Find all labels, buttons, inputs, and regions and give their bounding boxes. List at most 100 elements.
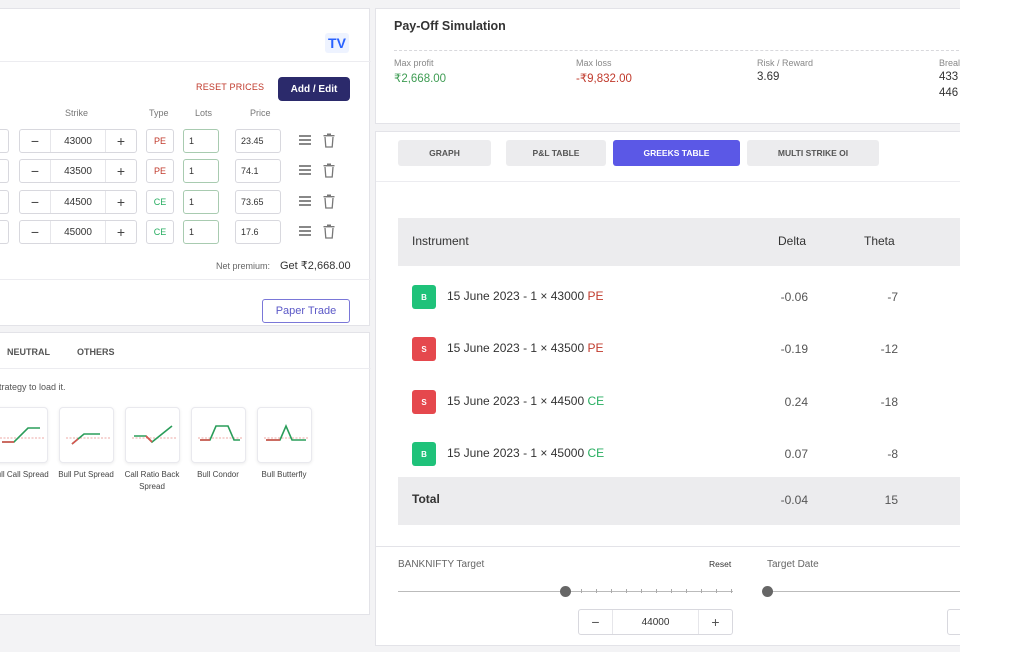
date-slider-knob[interactable] [762,586,773,597]
instrument-type: CE [587,446,605,460]
strategy-card[interactable] [257,407,312,463]
strategy-card[interactable] [191,407,246,463]
table-row[interactable]: B 15 June 2023 - 1 × 43000 PE -0.06 -7 [398,270,960,322]
strike-stepper: −45000 + [19,220,137,244]
tab-multi-strike-oi[interactable]: MULTI STRIKE OI [747,140,879,166]
strike-stepper: −44500 + [19,190,137,214]
leg-expiry-select[interactable] [0,190,9,214]
strategy-hint-text: trategy to load it. [0,382,66,392]
lots-input[interactable]: 1 [183,220,219,244]
price-input[interactable]: 17.6 [235,220,281,244]
strike-increment-button[interactable]: + [106,191,136,213]
strike-decrement-button[interactable]: − [20,191,50,213]
add-edit-button[interactable]: Add / Edit [278,77,350,101]
target-value-input[interactable]: 44000 [612,610,699,634]
instrument-text: 15 June 2023 - 1 × 43500 [447,341,588,355]
column-header-price: Price [250,108,271,118]
call-ratio-back-spread-icon [132,425,176,444]
target-decrement-button[interactable]: − [579,610,612,634]
max-loss-label: Max loss [576,58,612,68]
price-input[interactable]: 74.1 [235,159,281,183]
instrument-cell: 15 June 2023 - 1 × 44500 CE [447,394,604,408]
slider-tick [581,589,582,593]
trash-icon[interactable] [323,224,335,239]
strike-increment-button[interactable]: + [106,221,136,243]
leg-expiry-select[interactable] [0,129,9,153]
drag-handle-icon[interactable] [299,135,311,147]
reset-prices-button[interactable]: RESET PRICES [196,82,264,92]
option-type-toggle[interactable]: CE [146,220,174,244]
paper-trade-button[interactable]: Paper Trade [262,299,350,323]
leg-expiry-select[interactable] [0,159,9,183]
divider [0,61,371,62]
table-row[interactable]: S 15 June 2023 - 1 × 44500 CE 0.24 -18 [398,375,960,427]
tradingview-logo-icon[interactable]: TV [325,33,349,53]
strategy-card[interactable] [0,407,48,463]
lots-input[interactable]: 1 [183,159,219,183]
price-input[interactable]: 73.65 [235,190,281,214]
instrument-cell: 15 June 2023 - 1 × 45000 CE [447,446,604,460]
net-premium-value: Get ₹2,668.00 [280,260,351,272]
target-stepper: − 44000 + [578,609,733,635]
strategy-card-label: Bull Put Spread [58,470,114,479]
instrument-type: CE [587,394,605,408]
table-row[interactable]: B 15 June 2023 - 1 × 45000 CE 0.07 -8 [398,427,960,479]
leg-row: −43000 + PE 1 23.45 [0,129,371,155]
option-type-toggle[interactable]: PE [146,159,174,183]
leg-expiry-select[interactable] [0,220,9,244]
strike-increment-button[interactable]: + [106,160,136,182]
strike-increment-button[interactable]: + [106,130,136,152]
table-row[interactable]: S 15 June 2023 - 1 × 43500 PE -0.19 -12 [398,322,960,374]
instrument-type: PE [587,289,604,303]
slider-tick [686,589,687,593]
lots-input[interactable]: 1 [183,129,219,153]
strike-value[interactable]: 43500 [50,160,106,182]
leg-row: −43500 + PE 1 74.1 [0,159,371,185]
target-slider-knob[interactable] [560,586,571,597]
strategy-card[interactable] [125,407,180,463]
tab-others[interactable]: OTHERS [77,347,115,357]
strategy-card-label: Call Ratio Back Spread [124,470,180,491]
trash-icon[interactable] [323,133,335,148]
strike-decrement-button[interactable]: − [20,130,50,152]
trash-icon[interactable] [323,194,335,209]
leg-row: −44500 + CE 1 73.65 [0,190,371,216]
divider [0,368,371,369]
total-theta: 15 [884,493,898,507]
greeks-table-header: Instrument Delta Theta [398,218,960,266]
strike-value[interactable]: 44500 [50,191,106,213]
bull-butterfly-icon [264,423,308,441]
instrument-cell: 15 June 2023 - 1 × 43500 PE [447,341,603,355]
date-stepper[interactable] [947,609,960,635]
greeks-total-row: Total -0.04 15 [398,477,960,525]
divider [376,181,960,182]
strategy-card-label: Bull Call Spread [0,470,49,479]
strategy-card-label: Bull Condor [197,470,239,479]
tab-neutral[interactable]: NEUTRAL [7,347,50,357]
option-type-toggle[interactable]: CE [146,190,174,214]
date-slider-track[interactable] [767,591,960,592]
strike-decrement-button[interactable]: − [20,160,50,182]
drag-handle-icon[interactable] [299,165,311,177]
strike-stepper: −43000 + [19,129,137,153]
risk-reward-label: Risk / Reward [757,58,814,68]
strike-value[interactable]: 45000 [50,221,106,243]
lots-input[interactable]: 1 [183,190,219,214]
risk-reward-value: 3.69 [757,71,780,83]
target-increment-button[interactable]: + [699,610,732,634]
prebuilt-strategies-panel: NEUTRAL OTHERS trategy to load it. Bull … [0,332,371,615]
strike-decrement-button[interactable]: − [20,221,50,243]
slider-tick [626,589,627,593]
price-input[interactable]: 23.45 [235,129,281,153]
trash-icon[interactable] [323,163,335,178]
drag-handle-icon[interactable] [299,226,311,238]
drag-handle-icon[interactable] [299,196,311,208]
tab-greeks-table[interactable]: GREEKS TABLE [613,140,740,166]
tab-pl-table[interactable]: P&L TABLE [506,140,606,166]
reset-target-button[interactable]: Reset [709,559,731,569]
strategy-card[interactable] [59,407,114,463]
option-type-toggle[interactable]: PE [146,129,174,153]
strike-value[interactable]: 43000 [50,130,106,152]
tab-graph[interactable]: GRAPH [398,140,491,166]
instrument-type: PE [587,341,604,355]
